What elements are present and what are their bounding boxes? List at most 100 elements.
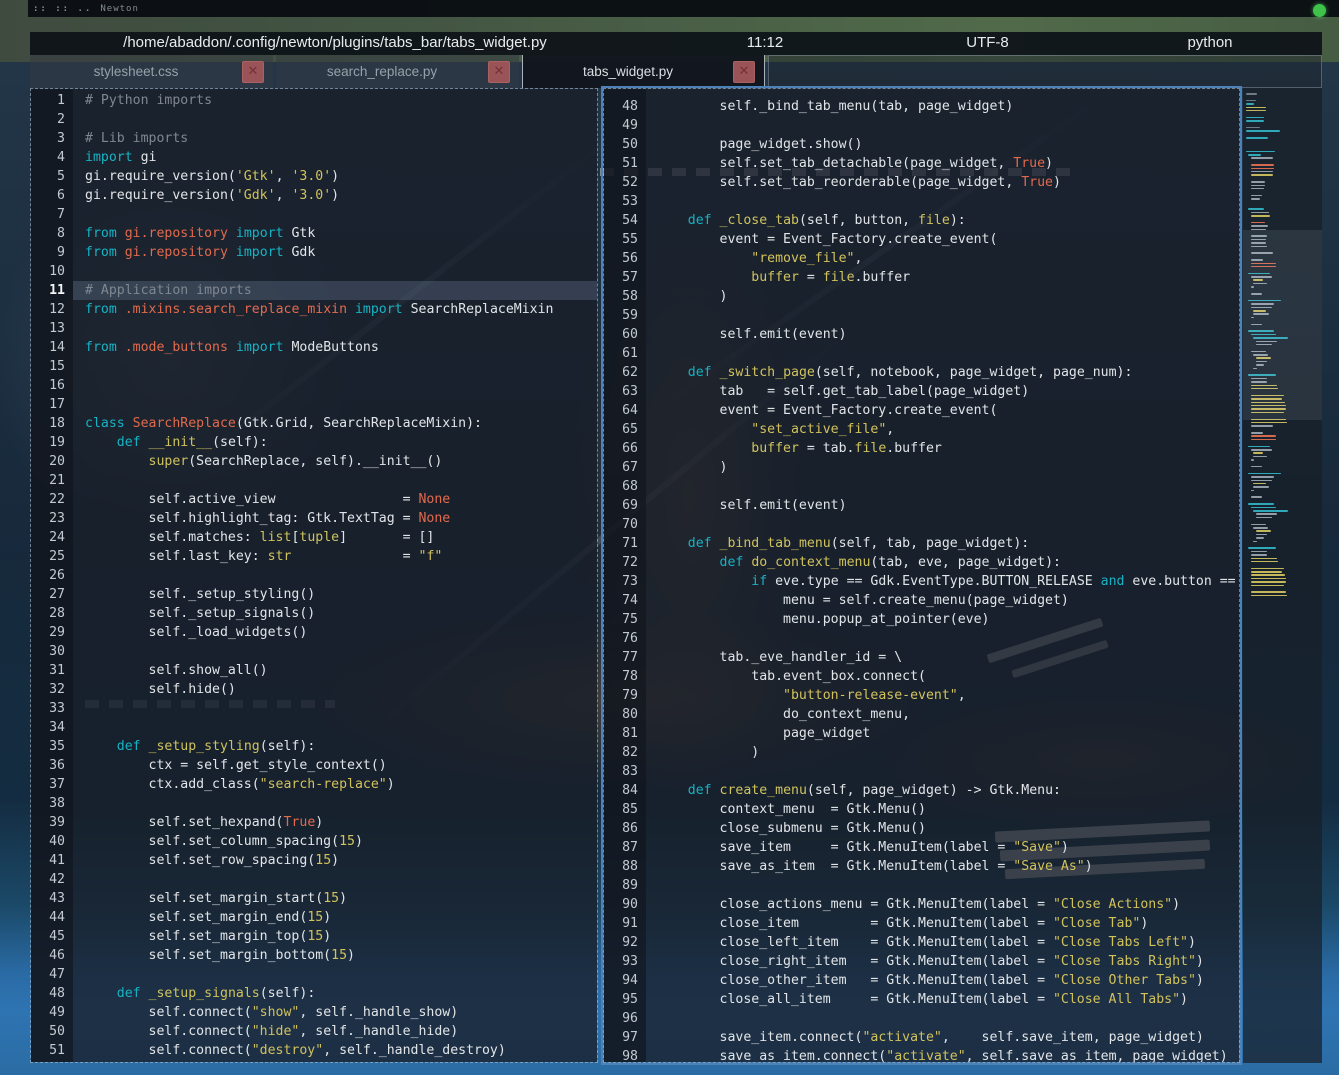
code-line[interactable]: menu = self.create_menu(page_widget) xyxy=(656,591,1239,610)
code-line[interactable] xyxy=(85,1060,597,1062)
code-line[interactable]: if eve.type == Gdk.EventType.BUTTON_RELE… xyxy=(656,572,1239,591)
code-line[interactable]: ctx.add_class("search-replace") xyxy=(85,775,597,794)
code-line[interactable]: self.set_tab_detachable(page_widget, Tru… xyxy=(656,154,1239,173)
code-line[interactable]: context_menu = Gtk.Menu() xyxy=(656,800,1239,819)
code-line[interactable]: tab.event_box.connect( xyxy=(656,667,1239,686)
code-line[interactable]: class SearchReplace(Gtk.Grid, SearchRepl… xyxy=(85,414,597,433)
code-line[interactable]: self._load_widgets() xyxy=(85,623,597,642)
code-line[interactable]: do_context_menu, xyxy=(656,705,1239,724)
code-line[interactable]: self.set_margin_top(15) xyxy=(85,927,597,946)
code-line[interactable]: self.set_margin_start(15) xyxy=(85,889,597,908)
code-line[interactable]: close_item = Gtk.MenuItem(label = "Close… xyxy=(656,914,1239,933)
minimap-viewport[interactable] xyxy=(1243,230,1322,420)
code-line[interactable]: # Application imports xyxy=(73,281,597,300)
code-line[interactable] xyxy=(85,699,597,718)
code-line[interactable]: gi.require_version('Gdk', '3.0') xyxy=(85,186,597,205)
code-line[interactable]: def create_menu(self, page_widget) -> Gt… xyxy=(656,781,1239,800)
code-line[interactable] xyxy=(656,344,1239,363)
code-area[interactable]: # Python imports# Lib importsimport gigi… xyxy=(73,89,597,1062)
code-line[interactable]: self.set_margin_end(15) xyxy=(85,908,597,927)
code-line[interactable] xyxy=(85,319,597,338)
code-line[interactable]: self.set_row_spacing(15) xyxy=(85,851,597,870)
code-line[interactable]: self.set_column_spacing(15) xyxy=(85,832,597,851)
code-line[interactable]: from .mixins.search_replace_mixin import… xyxy=(85,300,597,319)
code-line[interactable] xyxy=(656,876,1239,895)
code-line[interactable]: self.connect("show", self._handle_show) xyxy=(85,1003,597,1022)
code-line[interactable] xyxy=(85,395,597,414)
code-line[interactable] xyxy=(656,477,1239,496)
code-line[interactable]: self.matches: list[tuple] = [] xyxy=(85,528,597,547)
code-line[interactable]: super(SearchReplace, self).__init__() xyxy=(85,452,597,471)
code-line[interactable] xyxy=(85,205,597,224)
code-line[interactable]: self.emit(event) xyxy=(656,496,1239,515)
code-line[interactable]: self.connect("destroy", self._handle_des… xyxy=(85,1041,597,1060)
code-line[interactable]: self.set_margin_bottom(15) xyxy=(85,946,597,965)
code-line[interactable] xyxy=(85,110,597,129)
code-line[interactable]: self.emit(event) xyxy=(656,325,1239,344)
tab-tabs-widget-py[interactable]: tabs_widget.py ✕ xyxy=(522,55,765,88)
code-line[interactable]: save_as_item.connect("activate", self.sa… xyxy=(656,1047,1239,1062)
code-line[interactable]: from .mode_buttons import ModeButtons xyxy=(85,338,597,357)
code-line[interactable]: "remove_file", xyxy=(656,249,1239,268)
code-line[interactable] xyxy=(85,376,597,395)
code-line[interactable]: close_all_item = Gtk.MenuItem(label = "C… xyxy=(656,990,1239,1009)
code-line[interactable]: from gi.repository import Gdk xyxy=(85,243,597,262)
code-line[interactable]: self.set_hexpand(True) xyxy=(85,813,597,832)
code-line[interactable]: ctx = self.get_style_context() xyxy=(85,756,597,775)
window-titlebar[interactable]: :: :: .. Newton xyxy=(28,0,1339,17)
code-line[interactable]: def _bind_tab_menu(self, tab, page_widge… xyxy=(656,534,1239,553)
code-line[interactable] xyxy=(85,357,597,376)
code-line[interactable]: # Lib imports xyxy=(85,129,597,148)
editor-pane-right[interactable]: 4849505152535455565758596061626364656667… xyxy=(603,88,1240,1063)
code-line[interactable]: event = Event_Factory.create_event( xyxy=(656,230,1239,249)
code-line[interactable]: gi.require_version('Gtk', '3.0') xyxy=(85,167,597,186)
code-line[interactable]: self._setup_signals() xyxy=(85,604,597,623)
code-line[interactable]: from gi.repository import Gtk xyxy=(85,224,597,243)
code-line[interactable]: def _setup_signals(self): xyxy=(85,984,597,1003)
code-line[interactable] xyxy=(85,262,597,281)
code-line[interactable]: save_item = Gtk.MenuItem(label = "Save") xyxy=(656,838,1239,857)
code-line[interactable] xyxy=(85,642,597,661)
code-line[interactable] xyxy=(656,192,1239,211)
code-line[interactable] xyxy=(85,870,597,889)
code-line[interactable]: def do_context_menu(tab, eve, page_widge… xyxy=(656,553,1239,572)
code-line[interactable]: def _setup_styling(self): xyxy=(85,737,597,756)
code-line[interactable]: self.set_tab_reorderable(page_widget, Tr… xyxy=(656,173,1239,192)
code-line[interactable] xyxy=(656,762,1239,781)
code-line[interactable]: self.last_key: str = "f" xyxy=(85,547,597,566)
code-line[interactable]: self._setup_styling() xyxy=(85,585,597,604)
code-line[interactable]: # Python imports xyxy=(85,91,597,110)
code-line[interactable] xyxy=(656,1009,1239,1028)
code-line[interactable]: def __init__(self): xyxy=(85,433,597,452)
code-line[interactable] xyxy=(656,515,1239,534)
code-line[interactable]: page_widget.show() xyxy=(656,135,1239,154)
code-line[interactable]: "button-release-event", xyxy=(656,686,1239,705)
code-line[interactable]: ) xyxy=(656,458,1239,477)
code-line[interactable]: tab = self.get_tab_label(page_widget) xyxy=(656,382,1239,401)
code-line[interactable] xyxy=(656,306,1239,325)
code-line[interactable]: tab._eve_handler_id = \ xyxy=(656,648,1239,667)
close-tab-button[interactable]: ✕ xyxy=(488,61,510,83)
code-line[interactable]: ) xyxy=(656,287,1239,306)
code-line[interactable]: def _close_tab(self, button, file): xyxy=(656,211,1239,230)
code-line[interactable] xyxy=(85,566,597,585)
code-line[interactable]: self.active_view = None xyxy=(85,490,597,509)
code-line[interactable] xyxy=(85,794,597,813)
code-line[interactable]: self.hide() xyxy=(85,680,597,699)
code-line[interactable] xyxy=(85,471,597,490)
code-line[interactable]: menu.popup_at_pointer(eve) xyxy=(656,610,1239,629)
code-line[interactable]: close_other_item = Gtk.MenuItem(label = … xyxy=(656,971,1239,990)
close-tab-button[interactable]: ✕ xyxy=(242,61,264,83)
code-line[interactable]: event = Event_Factory.create_event( xyxy=(656,401,1239,420)
tab-stylesheet-css[interactable]: stylesheet.css ✕ xyxy=(30,55,273,88)
code-line[interactable]: save_as_item = Gtk.MenuItem(label = "Sav… xyxy=(656,857,1239,876)
code-line[interactable]: page_widget xyxy=(656,724,1239,743)
tab-search-replace-py[interactable]: search_replace.py ✕ xyxy=(276,55,519,88)
code-line[interactable]: close_actions_menu = Gtk.MenuItem(label … xyxy=(656,895,1239,914)
code-line[interactable] xyxy=(85,965,597,984)
code-area[interactable]: self._bind_tab_menu(tab, page_widget) pa… xyxy=(646,89,1239,1062)
code-line[interactable]: self.highlight_tag: Gtk.TextTag = None xyxy=(85,509,597,528)
code-line[interactable]: close_left_item = Gtk.MenuItem(label = "… xyxy=(656,933,1239,952)
code-line[interactable]: self._bind_tab_menu(tab, page_widget) xyxy=(656,97,1239,116)
code-line[interactable] xyxy=(656,629,1239,648)
